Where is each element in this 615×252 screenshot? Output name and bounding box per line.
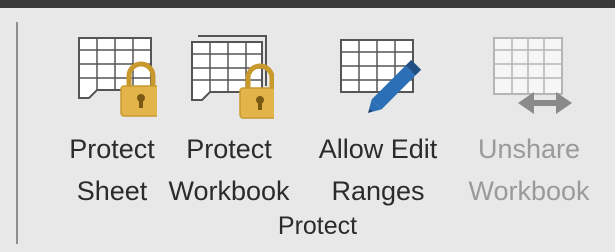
ribbon-group-separator bbox=[16, 22, 18, 244]
unshare-workbook-label-line1: Unshare bbox=[477, 134, 581, 164]
allow-edit-ranges-label-line1: Allow Edit bbox=[318, 134, 438, 164]
protect-sheet-label-line1: Protect bbox=[69, 134, 155, 164]
unshare-workbook-icon bbox=[484, 30, 574, 120]
allow-edit-ranges-button[interactable]: Allow Edit Ranges bbox=[306, 30, 450, 210]
protect-workbook-button[interactable]: Protect Workbook bbox=[154, 30, 304, 210]
allow-edit-ranges-icon bbox=[333, 30, 423, 120]
protect-sheet-label-line2: Sheet bbox=[76, 176, 148, 206]
protect-workbook-label-line1: Protect bbox=[186, 134, 272, 164]
unshare-workbook-label-line2: Workbook bbox=[468, 176, 590, 206]
protect-sheet-icon bbox=[67, 30, 157, 120]
protect-workbook-icon bbox=[184, 30, 274, 120]
unshare-workbook-button[interactable]: Unshare Workbook bbox=[454, 30, 604, 210]
allow-edit-ranges-label-line2: Ranges bbox=[331, 176, 425, 206]
protect-ribbon-group: Protect Sheet Protect Workbook Allow Edi… bbox=[20, 8, 615, 252]
protect-workbook-label-line2: Workbook bbox=[168, 176, 290, 206]
protect-group-label: Protect bbox=[277, 212, 358, 240]
window-top-border bbox=[0, 0, 615, 8]
